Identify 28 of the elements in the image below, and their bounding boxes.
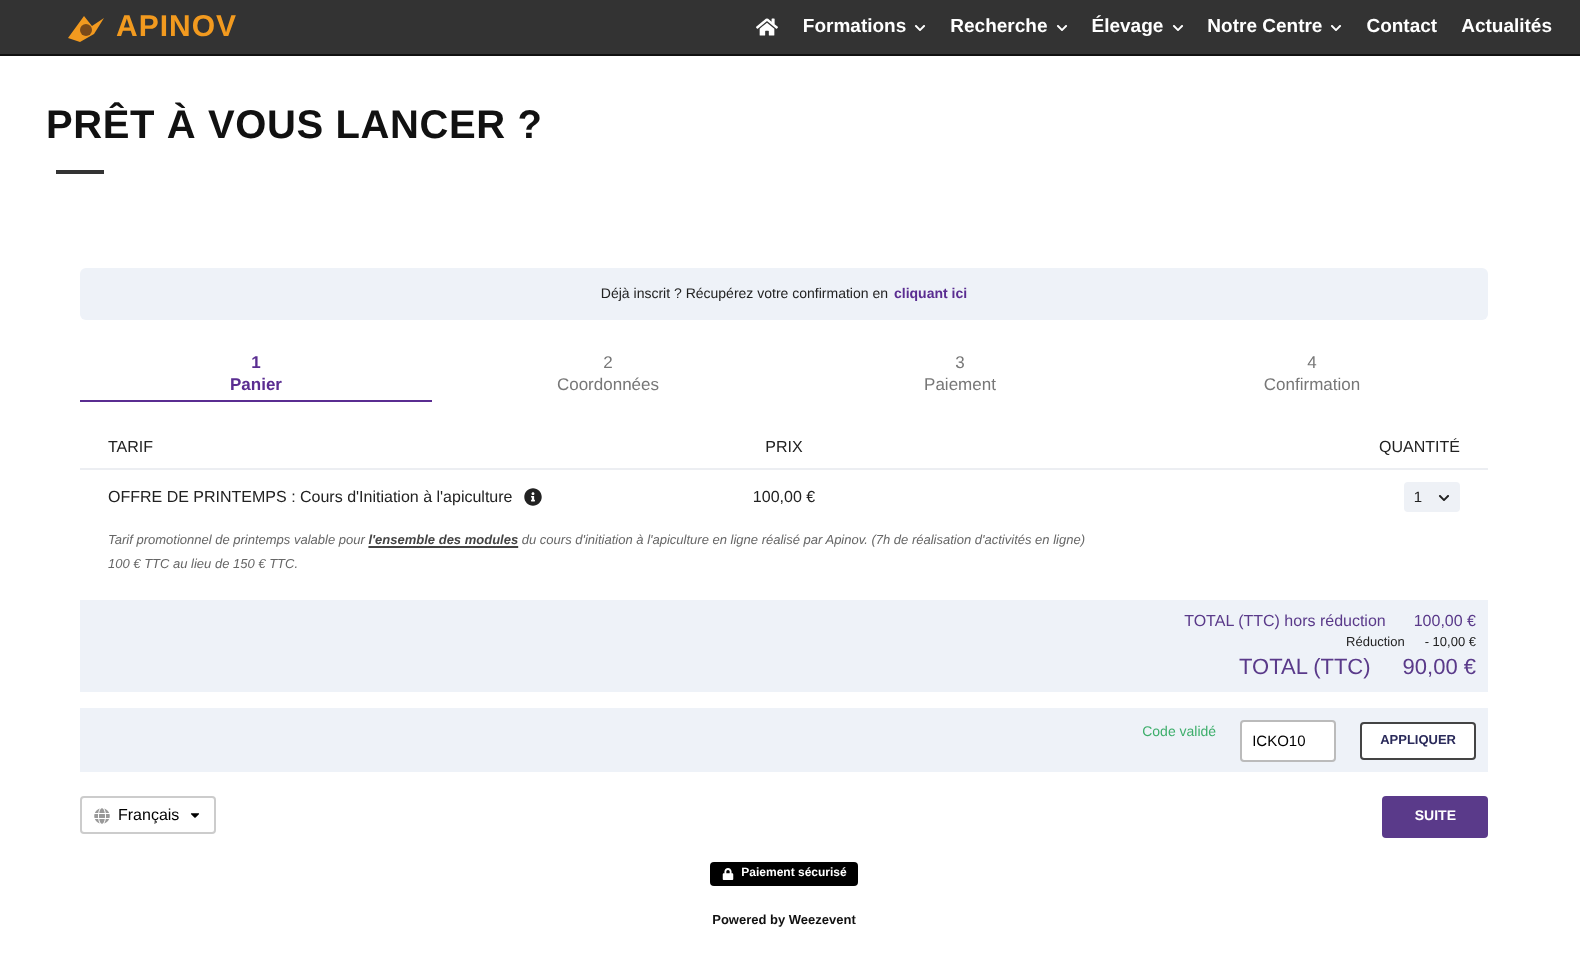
language-select[interactable]: Français — [80, 796, 216, 834]
page-title: PRÊT À VOUS LANCER ? — [46, 104, 545, 150]
globe-icon — [94, 807, 110, 823]
step-tab[interactable]: 2 Coordonnées — [432, 352, 784, 402]
nav-link[interactable]: Notre Centre — [1207, 16, 1343, 38]
subtotal-label: TOTAL (TTC) hors réduction — [1184, 612, 1386, 630]
logo-text: APINOV — [116, 10, 238, 44]
step-tab[interactable]: 3 Paiement — [784, 352, 1136, 402]
column-header: TARIF — [108, 438, 156, 456]
lock-icon — [721, 868, 734, 880]
caret-icon — [187, 808, 202, 822]
ticket-price: 100,00 € — [750, 488, 818, 506]
nav-link[interactable]: Recherche — [950, 16, 1068, 38]
ticket-name: OFFRE DE PRINTEMPS : Cours d'Initiation à l'apiculture — [108, 488, 513, 506]
nav-link[interactable]: Élevage — [1091, 16, 1184, 38]
nav-link[interactable]: Contact — [1366, 16, 1438, 38]
chevron-icon — [1438, 491, 1450, 503]
info-icon[interactable] — [524, 488, 543, 506]
nav-link[interactable]: Actualités — [1461, 16, 1552, 38]
subtotal-amount: 100,00 € — [1413, 612, 1476, 630]
step-tab[interactable]: 4 Confirmation — [1136, 352, 1488, 402]
column-header: QUANTITÉ — [1377, 438, 1460, 456]
nav-link[interactable]: Formations — [802, 16, 927, 38]
total-label: TOTAL (TTC) — [1239, 656, 1371, 680]
total-amount: 90,00 € — [1402, 656, 1476, 680]
column-header: PRIX — [763, 438, 805, 456]
step-tab[interactable]: 1 Panier — [80, 352, 432, 402]
home-icon[interactable] — [756, 16, 779, 38]
